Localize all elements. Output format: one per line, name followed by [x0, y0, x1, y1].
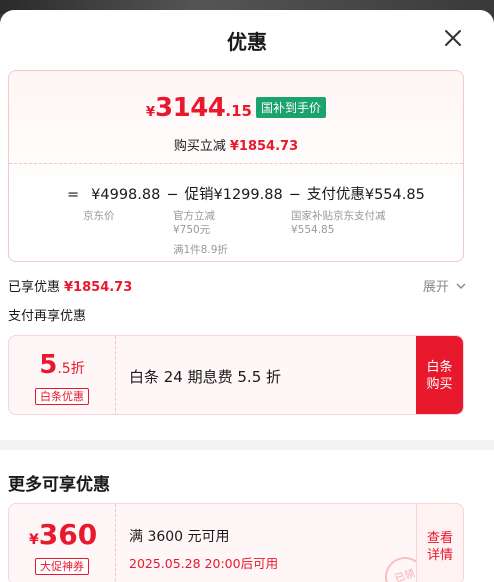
- price-summary-card: ¥3144.15 国补到手价 购买立减 ¥1854.73 = ¥4998.88− 促销¥…: [8, 70, 464, 262]
- reduction-value: ¥1854.73: [229, 139, 299, 154]
- equals-sign: =: [67, 187, 80, 203]
- reduction-label: 购买立减: [173, 139, 226, 154]
- pay-section-title: 支付再享优惠: [8, 309, 87, 324]
- dashed-divider: [9, 163, 463, 164]
- expand-toggle[interactable]: 展开: [423, 276, 466, 295]
- promo-detail: 官方立减 ¥750元 满1件8.9折: [173, 210, 228, 256]
- section-gap: [0, 440, 494, 450]
- coupon-card[interactable]: ¥360 大促神券 满 3600 元可用 2025.05.28 20:00后可用…: [8, 503, 464, 582]
- minus-sign: −: [288, 187, 301, 203]
- chevron-down-icon: [456, 283, 466, 289]
- more-offers-title: 更多可享优惠: [8, 475, 110, 495]
- final-price: ¥3144.15: [145, 93, 252, 123]
- discount-sheet: 优惠 ¥3144.15 国补到手价 购买立减 ¥1854.73 = ¥4998.88−…: [0, 10, 494, 582]
- promo-value: 促销¥1299.88: [184, 187, 283, 203]
- minus-sign: −: [166, 187, 179, 203]
- enjoyed-value: ¥1854.73: [64, 280, 133, 295]
- sheet-header: 优惠: [0, 10, 494, 66]
- price-formula: = ¥4998.88− 促销¥1299.88− 支付优惠¥554.85: [67, 183, 425, 204]
- baitiao-buy-button[interactable]: 白条 购买: [416, 336, 463, 414]
- jd-price-value: ¥4998.88: [91, 187, 161, 203]
- card-divider: [115, 336, 116, 414]
- pay-discount-value: 支付优惠¥554.85: [306, 187, 425, 203]
- baitiao-discount: 5.5折 白条优惠: [9, 336, 115, 414]
- jd-price-label: 京东价: [83, 210, 115, 222]
- final-price-row: ¥3144.15 国补到手价: [9, 93, 463, 123]
- purchase-reduction-row: 购买立减 ¥1854.73: [9, 135, 463, 154]
- baitiao-offer-text: 白条 24 期息费 5.5 折: [129, 368, 282, 386]
- coupon-amount: ¥360 大促神券: [29, 518, 98, 575]
- close-icon[interactable]: [444, 29, 462, 47]
- baitiao-offer-card[interactable]: 5.5折 白条优惠 白条 24 期息费 5.5 折 白条 购买: [8, 335, 464, 415]
- coupon-condition: 满 3600 元可用: [129, 529, 230, 545]
- pay-discount-detail: 国家补贴京东支付减 ¥554.85: [291, 210, 386, 236]
- subsidy-price-badge: 国补到手价: [255, 97, 326, 118]
- baitiao-tag: 白条优惠: [35, 388, 89, 405]
- view-details-button[interactable]: 查看 详情: [416, 504, 463, 582]
- card-divider: [115, 504, 116, 582]
- enjoyed-discount: 已享优惠 ¥1854.73: [8, 280, 133, 295]
- sheet-title: 优惠: [227, 30, 267, 54]
- coupon-tag: 大促神券: [35, 558, 89, 575]
- coupon-valid-time: 2025.05.28 20:00后可用: [129, 556, 279, 571]
